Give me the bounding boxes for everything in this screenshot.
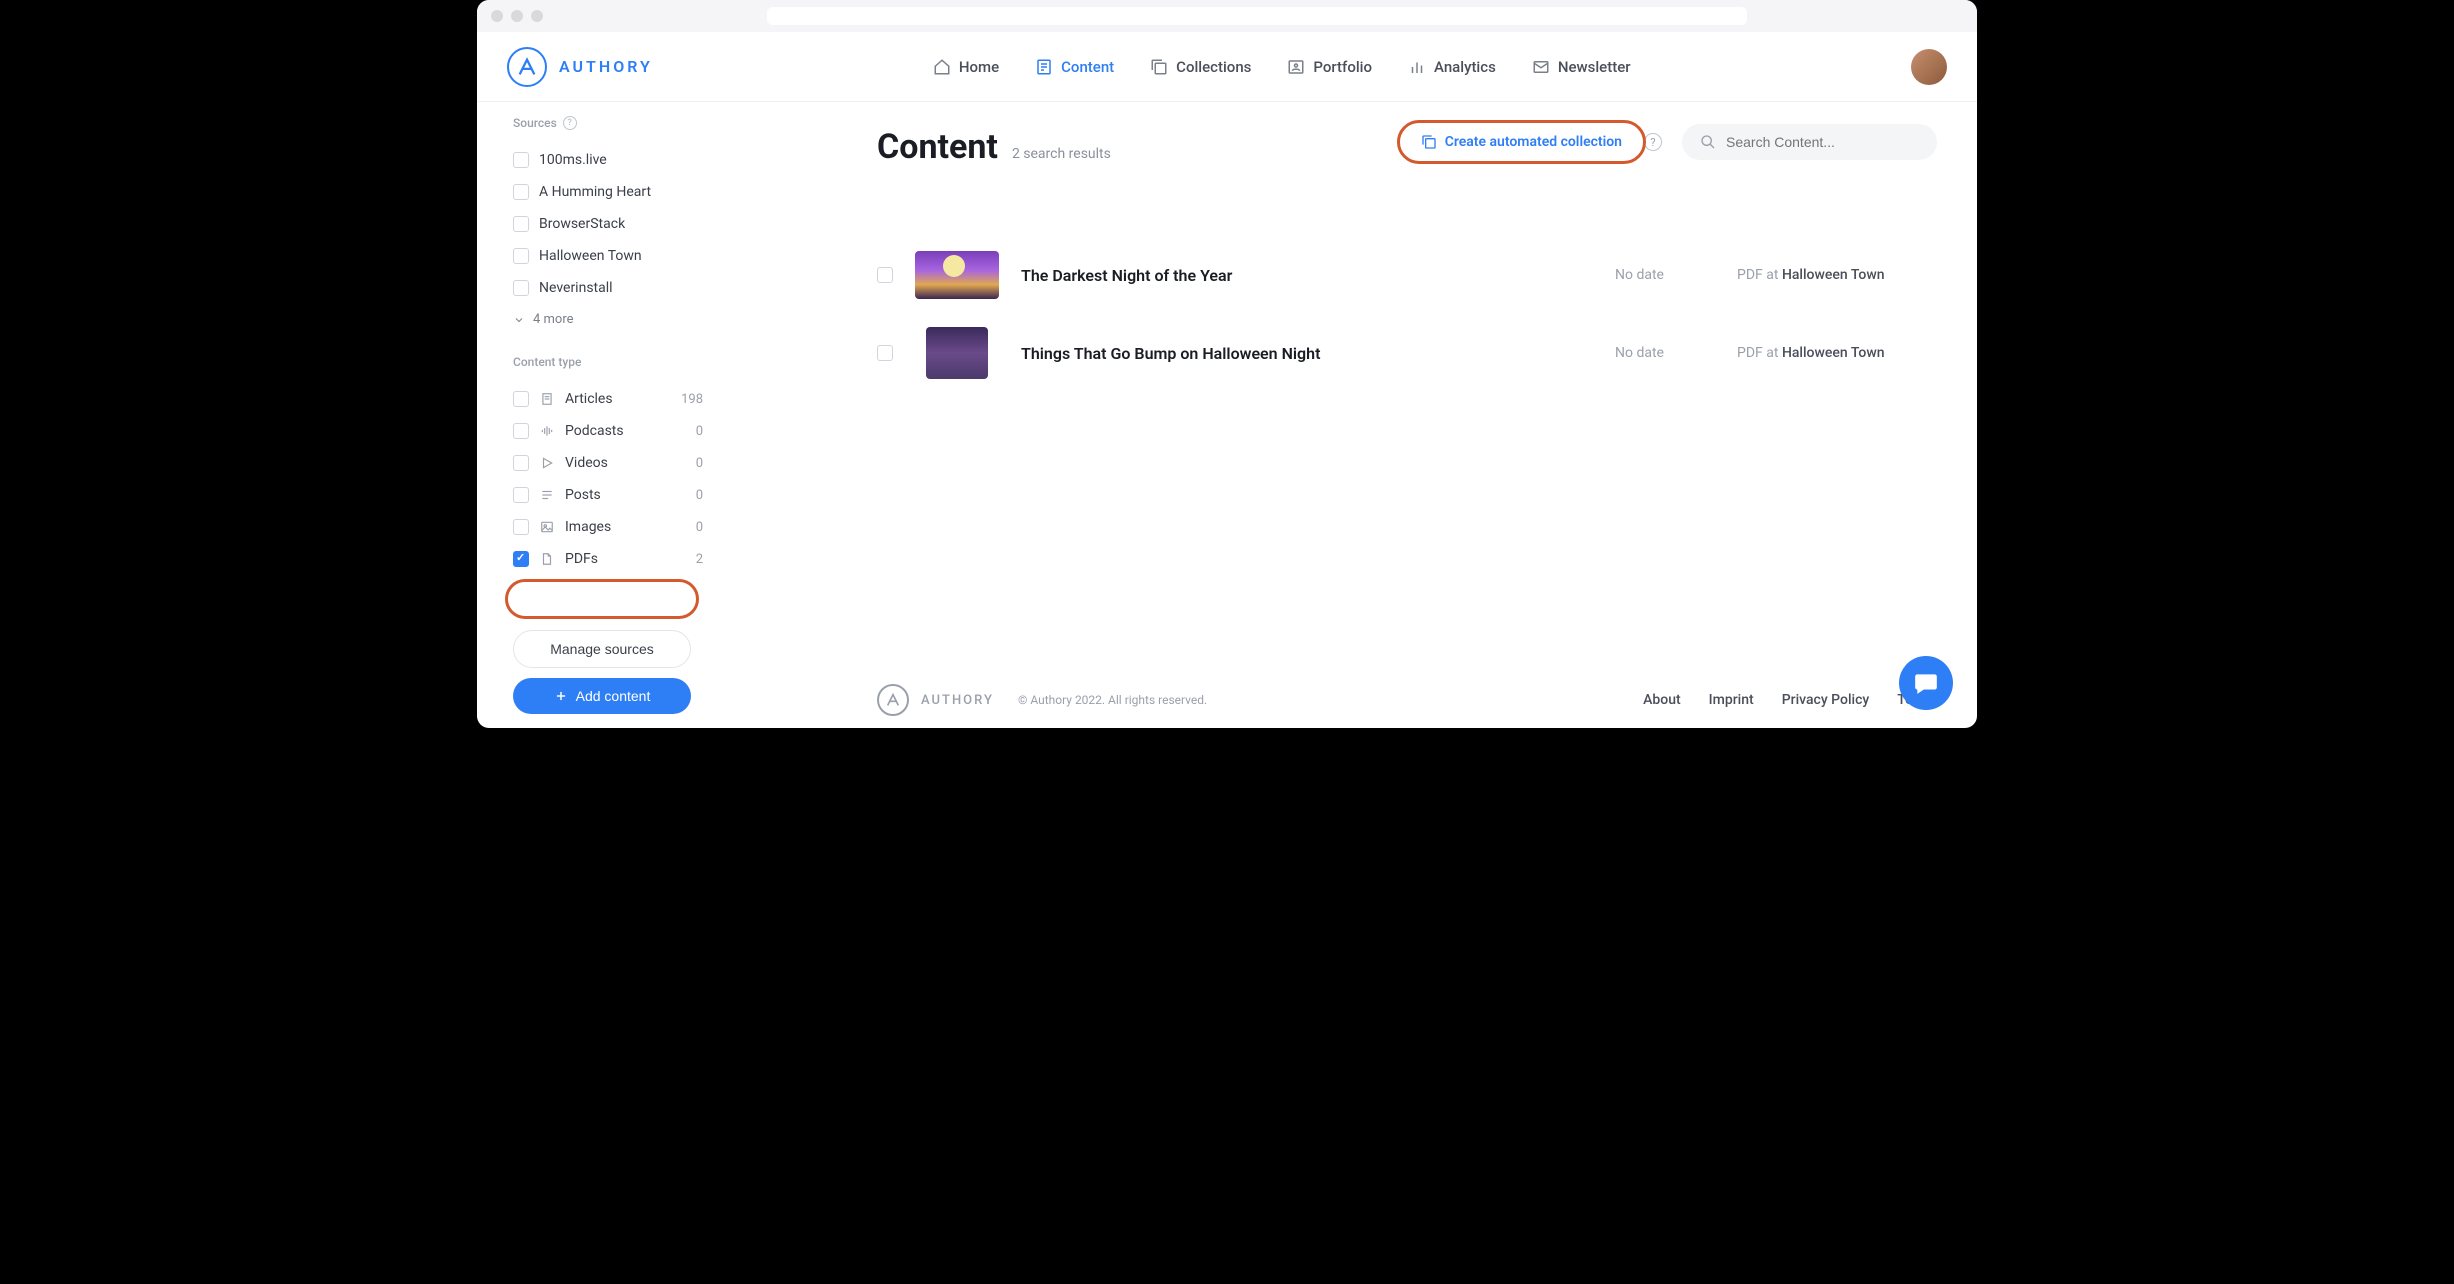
search-icon: [1700, 134, 1716, 150]
content-type-section-label: Content type: [513, 355, 717, 369]
content-title: The Darkest Night of the Year: [1021, 266, 1593, 285]
content-date: No date: [1615, 267, 1715, 283]
nav-collections[interactable]: Collections: [1150, 58, 1251, 76]
content-thumbnail: [926, 327, 988, 379]
podcast-icon: [539, 423, 555, 439]
article-icon: [539, 391, 555, 407]
footer-link-privacy[interactable]: Privacy Policy: [1782, 692, 1870, 708]
pdf-icon: [539, 551, 555, 567]
logo-icon: [507, 47, 547, 87]
source-filter-humming-heart[interactable]: A Humming Heart: [513, 176, 717, 208]
source-filter-neverinstall[interactable]: Neverinstall: [513, 272, 717, 304]
type-filter-articles[interactable]: Articles198: [513, 383, 717, 415]
type-filter-podcasts[interactable]: Podcasts0: [513, 415, 717, 447]
chevron-down-icon: [513, 314, 525, 326]
content-item-row[interactable]: The Darkest Night of the Year No date PD…: [877, 237, 1937, 313]
collections-icon: [1150, 58, 1168, 76]
content-date: No date: [1615, 345, 1715, 361]
minimize-dot[interactable]: [511, 10, 523, 22]
source-filter-browserstack[interactable]: BrowserStack: [513, 208, 717, 240]
close-dot[interactable]: [491, 10, 503, 22]
nav-portfolio[interactable]: Portfolio: [1287, 58, 1372, 76]
type-filter-pdfs[interactable]: PDFs2: [513, 543, 717, 575]
portfolio-icon: [1287, 58, 1305, 76]
plus-icon: [554, 689, 568, 703]
video-icon: [539, 455, 555, 471]
page-footer: AUTHORY © Authory 2022. All rights reser…: [877, 684, 1937, 716]
content-thumbnail: [915, 251, 999, 299]
page-title: Content: [877, 127, 998, 167]
content-panel: Content 2 search results Create automate…: [717, 102, 1977, 728]
sources-section-label: Sources ?: [513, 116, 717, 130]
source-filter-halloween-town[interactable]: Halloween Town: [513, 240, 717, 272]
image-icon: [539, 519, 555, 535]
top-nav: AUTHORY Home Content Collections Portfol…: [477, 32, 1977, 102]
results-count: 2 search results: [1012, 146, 1111, 162]
home-icon: [933, 58, 951, 76]
create-automated-collection-button[interactable]: Create automated collection: [1407, 124, 1636, 160]
maximize-dot[interactable]: [531, 10, 543, 22]
filter-sidebar: Sources ? 100ms.live A Humming Heart Bro…: [477, 102, 717, 728]
type-filter-posts[interactable]: Posts0: [513, 479, 717, 511]
nav-analytics[interactable]: Analytics: [1408, 58, 1496, 76]
collection-icon: [1421, 134, 1437, 150]
content-title: Things That Go Bump on Halloween Night: [1021, 344, 1593, 363]
item-checkbox[interactable]: [877, 345, 893, 361]
brand-name: AUTHORY: [559, 57, 653, 76]
post-icon: [539, 487, 555, 503]
type-filter-images[interactable]: Images0: [513, 511, 717, 543]
type-filter-videos[interactable]: Videos0: [513, 447, 717, 479]
analytics-icon: [1408, 58, 1426, 76]
chat-button[interactable]: [1899, 656, 1953, 710]
manage-sources-button[interactable]: Manage sources: [513, 630, 691, 668]
footer-link-imprint[interactable]: Imprint: [1709, 692, 1754, 708]
address-bar[interactable]: [767, 7, 1747, 25]
help-icon[interactable]: ?: [563, 116, 577, 130]
user-avatar[interactable]: [1911, 49, 1947, 85]
content-icon: [1035, 58, 1053, 76]
newsletter-icon: [1532, 58, 1550, 76]
item-checkbox[interactable]: [877, 267, 893, 283]
content-source: PDF at Halloween Town: [1737, 345, 1937, 361]
search-content[interactable]: [1682, 124, 1937, 160]
chat-icon: [1913, 670, 1939, 696]
nav-home[interactable]: Home: [933, 58, 999, 76]
footer-link-about[interactable]: About: [1643, 692, 1681, 708]
show-more-sources[interactable]: 4 more: [513, 304, 717, 335]
footer-logo: AUTHORY: [877, 684, 994, 716]
brand-logo[interactable]: AUTHORY: [507, 47, 653, 87]
help-icon[interactable]: ?: [1644, 133, 1662, 151]
nav-content[interactable]: Content: [1035, 58, 1114, 76]
search-input[interactable]: [1726, 134, 1919, 150]
source-filter-100ms[interactable]: 100ms.live: [513, 144, 717, 176]
window-titlebar: [477, 0, 1977, 32]
add-content-button[interactable]: Add content: [513, 678, 691, 714]
content-item-row[interactable]: Things That Go Bump on Halloween Night N…: [877, 313, 1937, 393]
content-source: PDF at Halloween Town: [1737, 267, 1937, 283]
copyright-text: © Authory 2022. All rights reserved.: [1018, 693, 1207, 707]
nav-newsletter[interactable]: Newsletter: [1532, 58, 1631, 76]
app-window: AUTHORY Home Content Collections Portfol…: [477, 0, 1977, 728]
footer-logo-icon: [877, 684, 909, 716]
